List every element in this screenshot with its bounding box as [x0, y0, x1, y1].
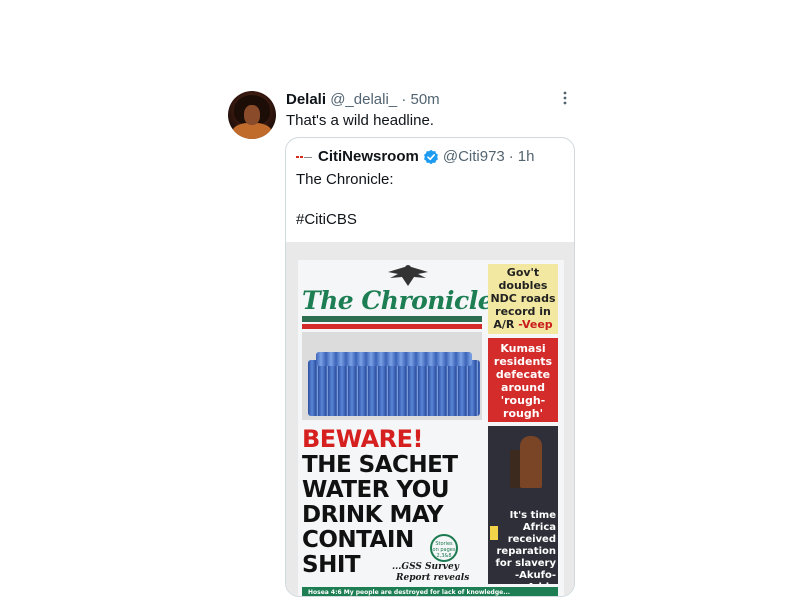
- author-name[interactable]: Delali: [286, 91, 326, 108]
- sachet-pile-top: [316, 352, 472, 366]
- quoted-tweet-time[interactable]: 1h: [518, 147, 535, 167]
- tweet-time[interactable]: 50m: [410, 91, 439, 108]
- newspaper-footer: Hosea 4:6 My people are destroyed for la…: [302, 587, 558, 596]
- verified-badge-icon: [423, 149, 438, 165]
- quoted-author-name[interactable]: CitiNewsroom: [318, 147, 419, 167]
- eagle-emblem-icon: [388, 265, 428, 286]
- more-dots-svg: [563, 91, 567, 105]
- reparation-story-text: It's time Africa received reparation for…: [495, 510, 556, 584]
- speaker-figure: [520, 436, 542, 488]
- subhead-line-1: ...GSS Survey: [392, 562, 459, 572]
- dateline-stripe: [302, 324, 482, 329]
- quoted-tweet-card[interactable]: CitiNewsroom @Citi973 · 1h The Chronicle…: [285, 137, 575, 597]
- newspaper-front-page: The Chronicle BEWARE! THE SACHET WATER Y…: [298, 260, 564, 596]
- more-dots-icon[interactable]: [555, 90, 575, 110]
- sidebar-story-roads: Gov't doubles NDC roads record in A/R -V…: [488, 264, 558, 334]
- citinewsroom-logo-icon: [296, 152, 312, 162]
- gss-subhead: ...GSS Survey Report reveals: [392, 562, 469, 584]
- headline-main: THE SACHET WATER YOU DRINK MAY CONTAIN S…: [302, 452, 458, 578]
- newspaper-masthead: The Chronicle: [302, 286, 494, 315]
- sidebar-story-reparation: It's time Africa received reparation for…: [488, 426, 558, 584]
- quoted-tweet-text: The Chronicle: #CitiCBS: [296, 171, 394, 228]
- sidebar-story-kumasi: Kumasi residents defecate around 'rough-…: [488, 338, 558, 422]
- author-avatar[interactable]: [228, 91, 276, 139]
- subhead-line-2: Report reveals: [396, 573, 470, 583]
- author-handle[interactable]: @_delali_: [330, 91, 397, 108]
- newspaper-image[interactable]: The Chronicle BEWARE! THE SACHET WATER Y…: [286, 242, 574, 596]
- sachet-water-photo: [302, 332, 482, 420]
- tweet-text: That's a wild headline.: [286, 112, 434, 129]
- header-separator: ·: [401, 91, 407, 108]
- avatar-shirt: [232, 123, 272, 139]
- quoted-tweet-header: CitiNewsroom @Citi973 · 1h: [296, 147, 534, 167]
- avatar-face: [244, 105, 260, 125]
- stories-stamp: Stories on pages 2,3&8: [430, 534, 458, 562]
- quoted-header-separator: ·: [508, 148, 514, 165]
- headline-red: BEWARE!: [302, 425, 423, 453]
- roads-story-tag: -Veep: [518, 318, 553, 331]
- sachet-pile: [308, 360, 480, 416]
- tweet-header: Delali @_delali_ · 50m: [286, 90, 440, 110]
- masthead-stripe: [302, 316, 482, 322]
- quoted-author-handle[interactable]: @Citi973: [443, 147, 505, 167]
